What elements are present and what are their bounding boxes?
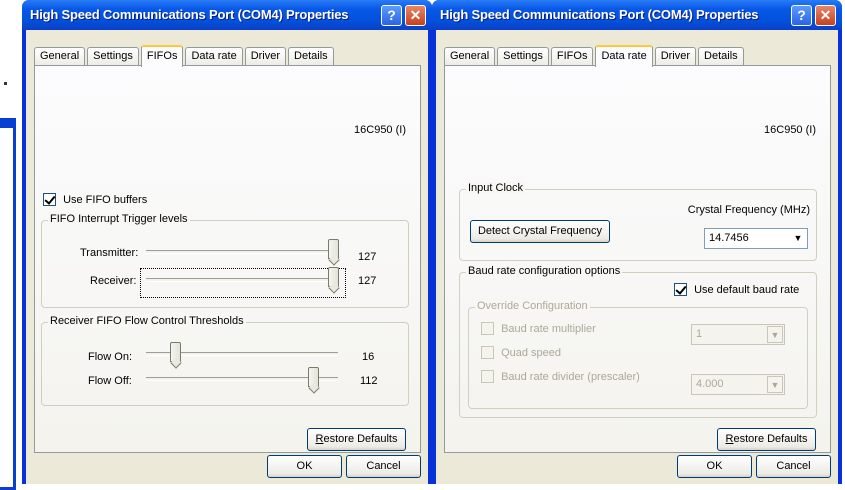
left-cancel-button[interactable]: Cancel — [346, 455, 421, 478]
flow-off-label: Flow Off: — [88, 375, 132, 387]
crystal-frequency-label: Crystal Frequency (MHz) — [687, 204, 810, 216]
flow-on-label: Flow On: — [88, 351, 133, 363]
detect-crystal-frequency-button[interactable]: Detect Crystal Frequency — [470, 220, 610, 243]
left-tab-details[interactable]: Details — [288, 47, 334, 66]
input-clock-group: Input Clock Crystal Frequency (MHz) Dete… — [459, 182, 817, 261]
crystal-frequency-select[interactable]: 14.7456 ▼ — [704, 228, 808, 249]
left-tab-general[interactable]: General — [34, 47, 86, 66]
divider-row: Baud rate divider (prescaler) — [481, 370, 640, 383]
right-chip-label: 16C950 (I) — [764, 124, 816, 136]
flow-on-slider-thumb[interactable] — [170, 342, 181, 362]
left-fifos-panel: 16C950 (I) Use FIFO buffers FIFO Interru… — [34, 65, 421, 453]
left-restore-label: estore Defaults — [323, 433, 398, 445]
right-client-area: General Settings FIFOs Data rate Driver … — [436, 30, 838, 484]
crystal-frequency-value: 14.7456 — [709, 232, 749, 244]
right-title-bar[interactable]: High Speed Communications Port (COM4) Pr… — [432, 0, 842, 30]
trigger-levels-title: FIFO Interrupt Trigger levels — [48, 213, 190, 225]
divider-label: Baud rate divider (prescaler) — [501, 370, 640, 383]
left-tab-data-rate[interactable]: Data rate — [185, 47, 243, 66]
transmitter-slider-thumb[interactable] — [328, 239, 339, 259]
receiver-value: 127 — [358, 275, 377, 287]
right-restore-defaults-button[interactable]: Restore Defaults — [717, 428, 816, 451]
use-default-baud-label: Use default baud rate — [694, 283, 800, 296]
override-config-title: Override Configuration — [475, 300, 590, 312]
left-properties-window: High Speed Communications Port (COM4) Pr… — [22, 0, 432, 484]
right-restore-label: estore Defaults — [733, 433, 808, 445]
right-tab-strip: General Settings FIFOs Data rate Driver … — [444, 44, 746, 67]
flow-control-group: Receiver FIFO Flow Control Thresholds Fl… — [41, 315, 409, 406]
transmitter-slider-track[interactable] — [146, 250, 338, 254]
baud-rate-title: Baud rate configuration options — [466, 265, 623, 277]
right-ok-button[interactable]: OK — [677, 455, 752, 478]
left-tab-fifos[interactable]: FIFOs — [140, 45, 184, 67]
use-fifo-checkbox[interactable] — [43, 193, 56, 206]
left-title-bar[interactable]: High Speed Communications Port (COM4) Pr… — [22, 0, 432, 30]
left-client-area: General Settings FIFOs Data rate Driver … — [26, 30, 428, 484]
left-close-button[interactable]: ✕ — [405, 5, 426, 26]
receiver-label: Receiver: — [90, 275, 137, 287]
background-dot — [4, 82, 7, 85]
left-chip-label: 16C950 (I) — [354, 124, 406, 136]
left-help-button[interactable]: ? — [381, 5, 402, 26]
baud-rate-group: Baud rate configuration options Use defa… — [459, 265, 817, 418]
divider-value: 4.000 — [696, 378, 724, 390]
receiver-slider-focus — [140, 268, 346, 298]
left-tab-driver[interactable]: Driver — [244, 47, 287, 66]
multiplier-checkbox[interactable] — [481, 322, 494, 335]
quad-speed-checkbox[interactable] — [481, 346, 494, 359]
receiver-slider-track[interactable] — [146, 278, 338, 282]
right-tab-details[interactable]: Details — [698, 47, 744, 66]
left-tab-settings[interactable]: Settings — [87, 47, 139, 66]
quad-speed-row: Quad speed — [481, 346, 561, 359]
right-tab-data-rate[interactable]: Data rate — [595, 45, 653, 67]
flow-control-title: Receiver FIFO Flow Control Thresholds — [48, 315, 246, 327]
input-clock-title: Input Clock — [466, 182, 526, 194]
override-config-group: Override Configuration Baud rate multipl… — [468, 300, 808, 409]
use-fifo-label: Use FIFO buffers — [63, 193, 148, 206]
chevron-down-icon[interactable]: ▼ — [790, 230, 806, 247]
left-restore-defaults-button[interactable]: Restore Defaults — [307, 428, 406, 451]
flow-off-slider-thumb[interactable] — [308, 367, 319, 387]
chevron-down-icon[interactable]: ▼ — [767, 376, 783, 393]
divider-select[interactable]: 4.000 ▼ — [691, 374, 785, 395]
multiplier-select[interactable]: 1 ▼ — [691, 324, 785, 345]
multiplier-value: 1 — [696, 328, 703, 340]
background-window-edge — [0, 118, 16, 490]
right-properties-window: High Speed Communications Port (COM4) Pr… — [432, 0, 842, 484]
multiplier-label: Baud rate multiplier — [501, 322, 596, 335]
right-tab-driver[interactable]: Driver — [654, 47, 697, 66]
transmitter-value: 127 — [358, 251, 377, 263]
flow-on-value: 16 — [362, 351, 375, 363]
right-data-rate-panel: 16C950 (I) Input Clock Crystal Frequency… — [444, 65, 831, 453]
chevron-down-icon[interactable]: ▼ — [767, 326, 783, 343]
use-fifo-checkbox-row[interactable]: Use FIFO buffers — [43, 193, 147, 206]
flow-off-value: 112 — [360, 375, 378, 387]
divider-checkbox[interactable] — [481, 370, 494, 383]
left-window-title: High Speed Communications Port (COM4) Pr… — [30, 7, 349, 22]
right-cancel-button[interactable]: Cancel — [756, 455, 831, 478]
right-help-button[interactable]: ? — [791, 5, 812, 26]
right-tab-fifos[interactable]: FIFOs — [550, 47, 594, 66]
transmitter-label: Transmitter: — [80, 247, 139, 259]
multiplier-row: Baud rate multiplier — [481, 322, 596, 335]
quad-speed-label: Quad speed — [501, 346, 561, 359]
trigger-levels-group: FIFO Interrupt Trigger levels Transmitte… — [41, 213, 409, 308]
right-window-title: High Speed Communications Port (COM4) Pr… — [440, 7, 759, 22]
right-close-button[interactable]: ✕ — [815, 5, 836, 26]
use-default-baud-row[interactable]: Use default baud rate — [674, 283, 799, 296]
receiver-slider-thumb[interactable] — [328, 267, 339, 287]
left-ok-button[interactable]: OK — [267, 455, 342, 478]
use-default-baud-checkbox[interactable] — [674, 283, 687, 296]
right-tab-settings[interactable]: Settings — [497, 47, 549, 66]
left-tab-strip: General Settings FIFOs Data rate Driver … — [34, 44, 336, 67]
right-tab-general[interactable]: General — [444, 47, 496, 66]
